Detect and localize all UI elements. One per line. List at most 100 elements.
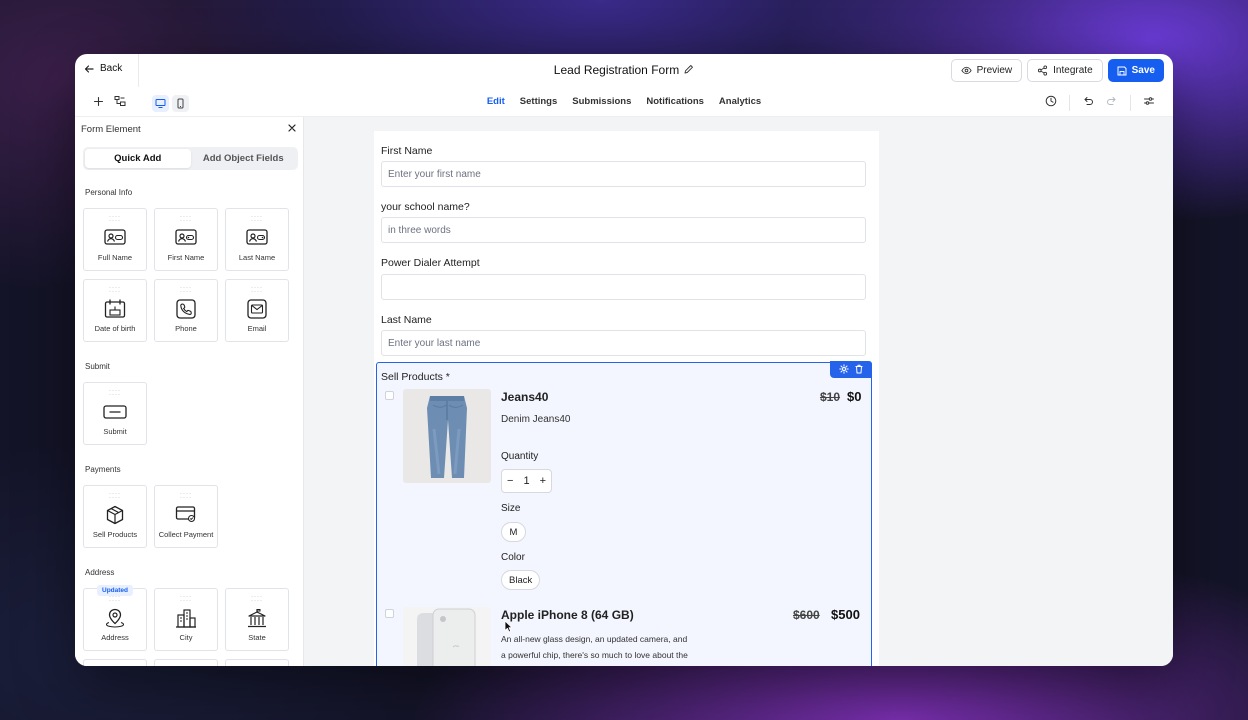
element-label: Phone [175,324,197,333]
form-title-text: Lead Registration Form [553,63,680,77]
school-name-input[interactable]: in three words [381,217,866,243]
share-icon [1038,65,1048,76]
divider [1069,95,1070,111]
capitol-building-icon [226,608,288,628]
field-label-first-name: First Name [381,145,433,157]
product-checkbox[interactable] [385,391,394,400]
original-price: $10 [820,390,841,404]
element-date-of-birth[interactable]: ···· ···· Date of birth [83,279,147,342]
element-submit[interactable]: ···· ···· Submit [83,382,147,445]
segment-control: Quick Add Add Object Fields [83,147,298,170]
element-tile[interactable] [83,659,147,666]
drag-handle-icon[interactable]: ···· ···· [155,285,217,295]
tab-edit[interactable]: Edit [487,96,505,107]
element-email[interactable]: ···· ···· Email [225,279,289,342]
divider [1130,95,1131,111]
form-element-panel: Form Element Quick Add Add Object Fields… [75,117,304,666]
settings-gear-icon[interactable] [838,361,849,379]
preview-label: Preview [976,65,1013,76]
save-button[interactable]: Save [1107,59,1164,82]
field-label-power-dialer: Power Dialer Attempt [381,257,480,269]
element-full-name[interactable]: ···· ···· Full Name [83,208,147,271]
tab-settings[interactable]: Settings [520,96,557,107]
size-label: Size [501,503,521,514]
quantity-label: Quantity [501,451,539,462]
element-label: Email [247,324,267,333]
drag-handle-icon[interactable]: ···· ···· [226,214,288,224]
product-description: Denim Jeans40 [501,414,571,425]
preview-button[interactable]: Preview [950,59,1023,82]
power-dialer-input[interactable] [381,274,866,300]
drag-handle-icon[interactable]: ···· ···· [226,285,288,295]
integrate-button[interactable]: Integrate [1027,59,1103,82]
element-tile[interactable] [154,659,218,666]
close-icon[interactable] [287,123,297,136]
sell-products-block[interactable]: Sell Products * Jeans40 $10 $0 Denim Jea… [376,361,872,666]
mail-icon [226,299,288,319]
product-name: Apple iPhone 8 (64 GB) [501,608,634,622]
color-option[interactable]: Black [501,570,541,590]
trash-icon[interactable] [854,361,864,379]
product-description-line-2: a powerful chip, there's so much to love… [501,650,688,660]
quantity-stepper[interactable]: − 1 + [501,469,552,493]
id-card-icon [84,228,146,246]
add-object-fields-tab[interactable]: Add Object Fields [191,149,297,168]
panel-title: Form Element [81,123,141,135]
element-first-name[interactable]: ···· ···· First Name [154,208,218,271]
quantity-value: 1 [523,475,530,487]
element-last-name[interactable]: ···· ···· Last Name [225,208,289,271]
drag-handle-icon[interactable]: ···· ···· [84,214,146,224]
sale-price: $0 [847,389,862,404]
element-city[interactable]: ···· ···· City [154,588,218,651]
element-phone[interactable]: ···· ···· Phone [154,279,218,342]
element-label: Address [101,633,129,642]
drag-handle-icon[interactable]: ···· ···· [155,214,217,224]
drag-handle-icon[interactable]: ···· ···· [84,491,146,501]
plus-icon[interactable]: + [540,475,546,487]
drag-handle-icon[interactable]: ···· ···· [155,491,217,501]
section-label-address: Address [85,568,115,577]
element-tile[interactable] [225,659,289,666]
element-label: Last Name [238,253,276,262]
element-sell-products[interactable]: ···· ···· Sell Products [83,485,147,548]
element-address[interactable]: Updated ···· ···· Address [83,585,147,651]
drag-handle-icon[interactable]: ···· ···· [84,388,146,398]
integrate-label: Integrate [1053,65,1093,76]
tab-analytics[interactable]: Analytics [719,96,761,107]
size-option[interactable]: M [501,522,526,542]
section-label-submit: Submit [85,362,110,371]
element-collect-payment[interactable]: ···· ···· Collect Payment [154,485,218,548]
product-checkbox[interactable] [385,609,394,618]
field-label-school-name: your school name? [381,201,470,213]
last-name-input[interactable]: Enter your last name [381,330,866,356]
eye-icon [960,66,972,75]
original-price: $600 [793,608,820,622]
calendar-cake-icon [84,299,146,319]
element-label: Full Name [97,253,133,262]
iphone-product-image [403,607,491,666]
undo-icon[interactable] [1082,94,1094,112]
history-icon[interactable] [1045,94,1057,112]
first-name-input[interactable]: Enter your first name [381,161,866,187]
mouse-cursor-icon [504,620,513,638]
tab-notifications[interactable]: Notifications [646,96,704,107]
button-icon [84,405,146,419]
element-label: City [179,633,193,642]
color-label: Color [501,552,525,563]
redo-icon[interactable] [1106,94,1118,112]
drag-handle-icon[interactable]: ···· ···· [84,594,146,604]
drag-handle-icon[interactable]: ···· ···· [155,594,217,604]
drag-handle-icon[interactable]: ···· ···· [84,285,146,295]
phone-icon [155,299,217,319]
tab-submissions[interactable]: Submissions [572,96,631,107]
minus-icon[interactable]: − [507,475,513,487]
element-state[interactable]: ···· ···· State [225,588,289,651]
pencil-icon[interactable] [683,64,694,78]
toolbar: Edit Settings Submissions Notifications … [75,87,1173,117]
sliders-icon[interactable] [1143,94,1155,112]
quick-add-tab[interactable]: Quick Add [85,149,191,168]
drag-handle-icon[interactable]: ···· ···· [226,594,288,604]
section-label-personal-info: Personal Info [85,188,133,197]
element-label: Date of birth [94,324,136,333]
sale-price: $500 [831,607,860,622]
